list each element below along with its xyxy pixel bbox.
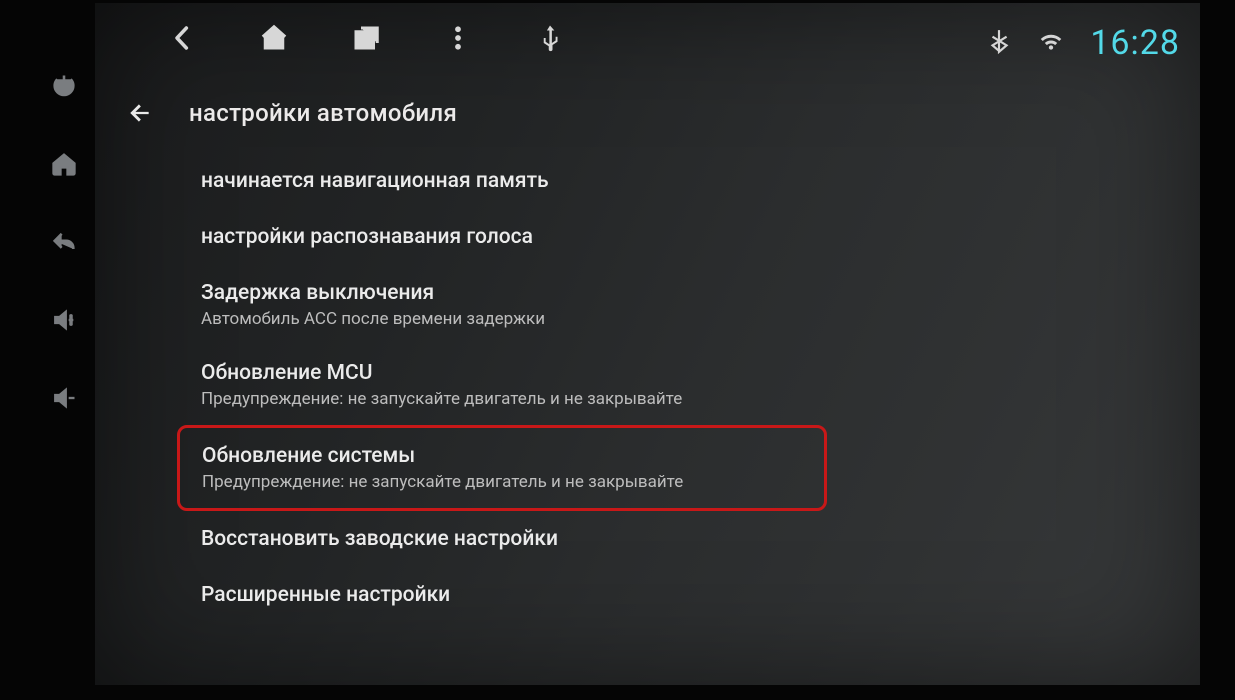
back-arrow-icon[interactable]	[125, 98, 155, 128]
return-icon[interactable]	[48, 226, 80, 258]
bluetooth-icon	[986, 28, 1012, 58]
settings-item-nav-memory[interactable]: начинается навигационная память	[195, 153, 1170, 209]
back-chevron-icon[interactable]	[165, 21, 199, 55]
settings-item-title: начинается навигационная память	[201, 169, 1170, 193]
settings-item-mcu-update[interactable]: Обновление MCU Предупреждение: не запуск…	[195, 345, 1170, 425]
settings-item-title: Обновление системы	[202, 444, 812, 468]
settings-item-title: настройки распознавания голоса	[201, 225, 1170, 249]
device-side-buttons	[38, 70, 90, 414]
page-title: настройки автомобиля	[189, 99, 457, 127]
home-icon[interactable]	[257, 21, 291, 55]
settings-item-factory-reset[interactable]: Восстановить заводские настройки	[195, 511, 1170, 567]
settings-item-title: Задержка выключения	[201, 281, 1170, 305]
settings-item-subtitle: Предупреждение: не запускайте двигатель …	[202, 472, 812, 492]
settings-item-system-update[interactable]: Обновление системы Предупреждение: не за…	[177, 425, 827, 511]
settings-item-advanced[interactable]: Расширенные настройки	[195, 567, 1170, 623]
power-icon[interactable]	[48, 70, 80, 102]
settings-item-title: Восстановить заводские настройки	[201, 527, 1170, 551]
wifi-icon	[1038, 28, 1064, 58]
volume-down-icon[interactable]	[48, 382, 80, 414]
settings-item-title: Обновление MCU	[201, 361, 1170, 385]
recent-apps-icon[interactable]	[349, 21, 383, 55]
volume-up-icon[interactable]	[48, 304, 80, 336]
settings-item-shutdown-delay[interactable]: Задержка выключения Автомобиль ACC после…	[195, 265, 1170, 345]
menu-dots-icon[interactable]	[441, 21, 475, 55]
display-area: 16:28 настройки автомобиля начинается на…	[95, 3, 1200, 685]
settings-item-subtitle: Предупреждение: не запускайте двигатель …	[201, 389, 1170, 409]
settings-item-title: Расширенные настройки	[201, 583, 1170, 607]
settings-list: начинается навигационная память настройк…	[195, 153, 1170, 675]
settings-header: настройки автомобиля	[125, 98, 1180, 128]
home-outline-icon[interactable]	[48, 148, 80, 180]
settings-item-subtitle: Автомобиль ACC после времени задержки	[201, 309, 1170, 329]
clock-text: 16:28	[1090, 23, 1180, 63]
usb-icon[interactable]	[533, 21, 567, 55]
settings-item-voice-recognition[interactable]: настройки распознавания голоса	[195, 209, 1170, 265]
status-bar-right: 16:28	[986, 13, 1180, 73]
